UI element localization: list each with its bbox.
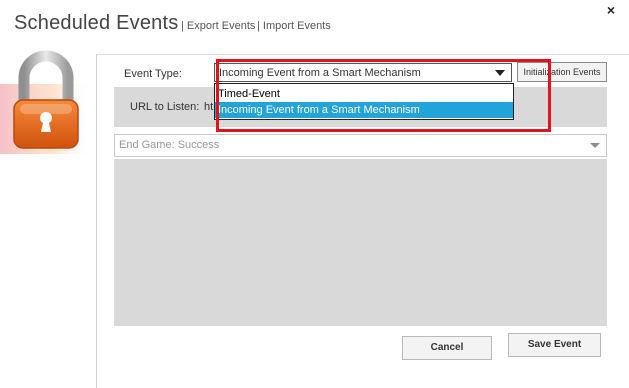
event-details-area [114, 159, 607, 326]
dropdown-option-smart-mechanism[interactable]: Incoming Event from a Smart Mechanism [215, 102, 513, 118]
save-event-button[interactable]: Save Event [508, 333, 601, 357]
game-outcome-select[interactable]: End Game: Success [114, 134, 607, 157]
url-to-listen-label: URL to Listen: [130, 101, 200, 113]
game-outcome-value: End Game: Success [119, 139, 220, 151]
close-icon[interactable]: × [607, 2, 615, 18]
import-events-link[interactable]: | Import Events [257, 20, 331, 32]
chevron-down-icon[interactable] [495, 70, 505, 76]
cancel-button[interactable]: Cancel [402, 336, 492, 360]
event-type-dropdown-list: Timed-Event Incoming Event from a Smart … [214, 83, 514, 120]
event-type-value: Incoming Event from a Smart Mechanism [219, 67, 421, 79]
event-type-label: Event Type: [124, 68, 182, 80]
dropdown-option-timed-event[interactable]: Timed-Event [215, 86, 513, 102]
padlock-icon [0, 50, 92, 154]
url-to-listen-field[interactable]: ht [204, 101, 213, 113]
initialization-events-button[interactable]: Initialization Events [517, 62, 607, 82]
event-type-select[interactable]: Incoming Event from a Smart Mechanism [214, 63, 512, 82]
export-events-link[interactable]: | Export Events [181, 20, 255, 32]
chevron-down-icon[interactable] [590, 143, 600, 148]
page-title: Scheduled Events [14, 12, 179, 34]
